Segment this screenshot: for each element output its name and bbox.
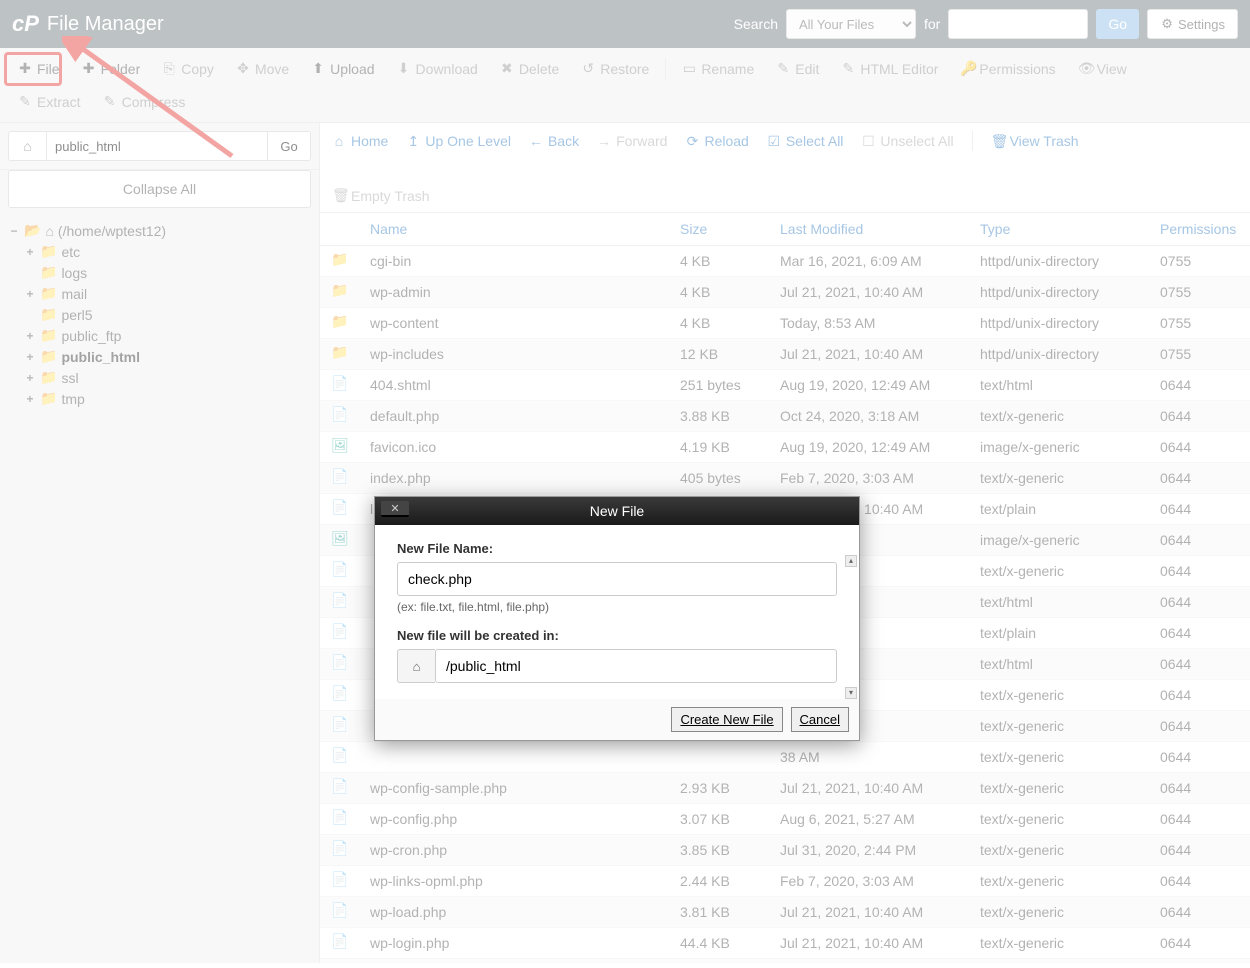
scroll-up-icon[interactable]: ▴ <box>845 555 857 567</box>
cancel-button[interactable]: Cancel <box>791 707 849 732</box>
new-file-modal: ✕ New File New File Name: (ex: file.txt,… <box>374 496 860 741</box>
modal-title: New File <box>590 503 644 519</box>
location-label: New file will be created in: <box>397 628 837 643</box>
modal-scrollbar[interactable]: ▴ ▾ <box>845 555 857 699</box>
location-input[interactable] <box>435 649 837 683</box>
modal-title-bar: ✕ New File <box>375 497 859 525</box>
filename-input[interactable] <box>397 562 837 596</box>
modal-footer: Create New File Cancel <box>375 699 859 740</box>
scroll-down-icon[interactable]: ▾ <box>845 687 857 699</box>
home-icon: ⌂ <box>413 659 421 674</box>
modal-body: New File Name: (ex: file.txt, file.html,… <box>375 525 859 699</box>
close-icon: ✕ <box>390 502 399 515</box>
create-file-button[interactable]: Create New File <box>671 707 782 732</box>
filename-hint: (ex: file.txt, file.html, file.php) <box>397 600 837 614</box>
modal-close-button[interactable]: ✕ <box>381 501 409 517</box>
filename-label: New File Name: <box>397 541 837 556</box>
modal-backdrop <box>0 0 1250 968</box>
location-home-icon: ⌂ <box>397 649 435 683</box>
